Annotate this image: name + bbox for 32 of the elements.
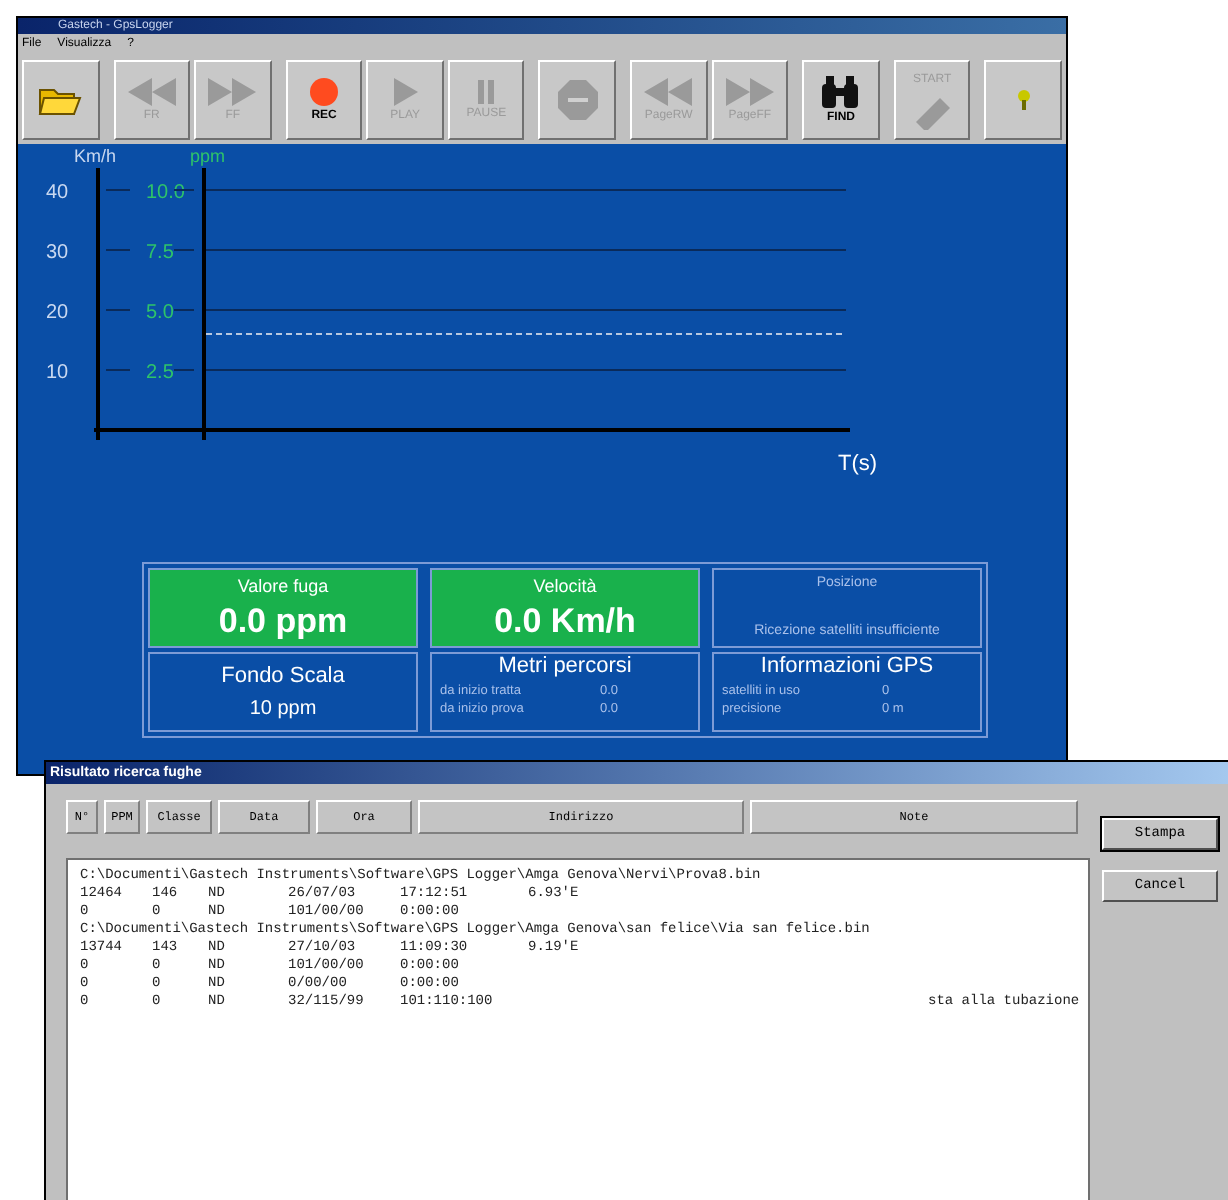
help-icon bbox=[1015, 90, 1032, 110]
axis-label: T(s) bbox=[838, 450, 878, 480]
panel-title: Fondo Scala bbox=[221, 662, 345, 693]
panel-value: 0.0 Km/h bbox=[494, 600, 636, 643]
fast-forward-icon bbox=[206, 78, 259, 106]
panel-value: 0.0 ppm bbox=[218, 600, 348, 643]
panel-title: Velocità bbox=[533, 573, 597, 600]
panel-title: Metri percorsi bbox=[498, 654, 632, 682]
panel-title: Valore fuga bbox=[237, 573, 329, 600]
axis-label: Km/h bbox=[74, 144, 117, 170]
tick-label: 10 bbox=[46, 360, 69, 388]
pause-icon bbox=[476, 80, 497, 104]
tick-label: 20 bbox=[46, 300, 69, 328]
rewind-icon bbox=[642, 78, 695, 106]
fast-forward-icon bbox=[723, 78, 776, 106]
panel-value: 10 ppm bbox=[249, 695, 317, 724]
play-icon bbox=[393, 78, 418, 106]
binoculars-icon bbox=[820, 76, 861, 108]
tick-label: 30 bbox=[46, 240, 69, 268]
tick-label: 10.0 bbox=[146, 180, 185, 208]
folder-icon bbox=[38, 84, 83, 116]
tick-label: 5.0 bbox=[146, 300, 174, 328]
panel-title: Informazioni GPS bbox=[760, 654, 934, 682]
toolbar-button[interactable] bbox=[984, 60, 1062, 140]
stop-sign-icon bbox=[557, 80, 598, 120]
tick-label: 40 bbox=[46, 180, 69, 208]
rewind-icon bbox=[125, 78, 178, 106]
tick-label: 2.5 bbox=[146, 360, 174, 388]
axis-label: ppm bbox=[190, 144, 226, 170]
record-icon bbox=[310, 78, 339, 106]
toolbar-button[interactable] bbox=[22, 60, 100, 140]
tick-label: 7.5 bbox=[146, 240, 174, 268]
